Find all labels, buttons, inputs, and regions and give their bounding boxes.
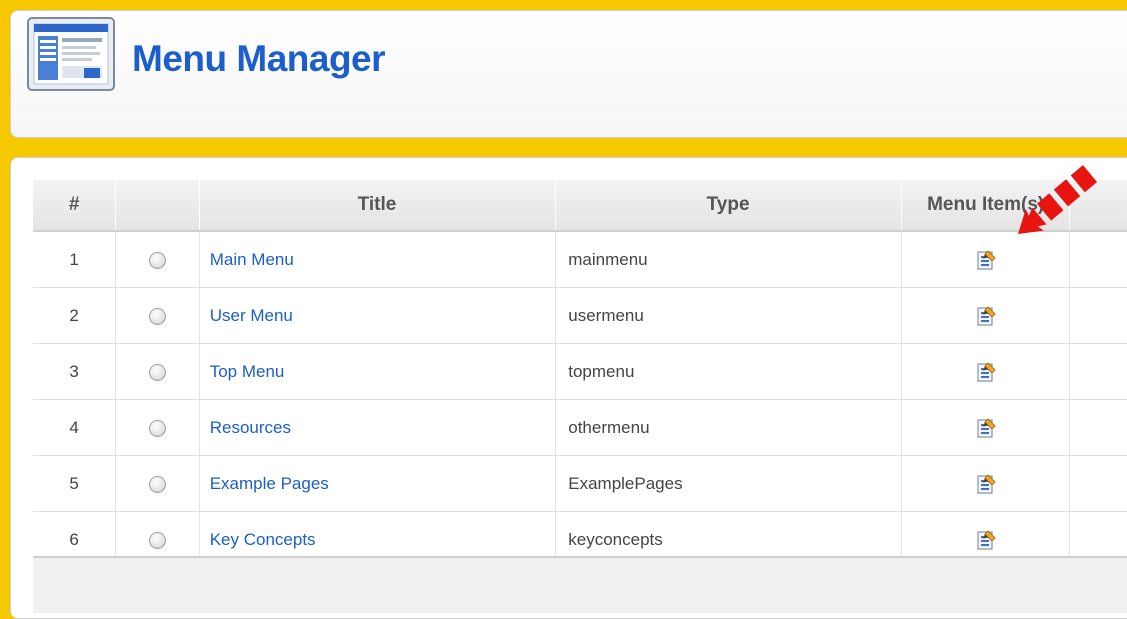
table-footer bbox=[33, 556, 1127, 613]
edit-menu-items-icon[interactable] bbox=[975, 417, 997, 439]
row-number: 5 bbox=[33, 455, 117, 512]
menu-type: ExamplePages bbox=[555, 455, 902, 512]
edit-menu-items-icon[interactable] bbox=[975, 529, 997, 551]
menu-type: usermenu bbox=[555, 287, 902, 344]
menus-table: # Title Type Menu Item(s) # 1 Main Menu … bbox=[33, 180, 1127, 568]
row-select-radio[interactable] bbox=[149, 251, 166, 269]
menu-type: othermenu bbox=[555, 399, 902, 456]
menu-title-link[interactable]: User Menu bbox=[210, 306, 293, 325]
edit-menu-items-icon[interactable] bbox=[975, 473, 997, 495]
table-row: 4 Resources othermenu bbox=[33, 399, 1127, 456]
menu-title-link[interactable]: Top Menu bbox=[210, 362, 285, 381]
page-title: Menu Manager bbox=[132, 38, 386, 79]
red-arrow-annotation bbox=[1018, 165, 1098, 234]
row-number: 1 bbox=[33, 231, 117, 288]
column-header-select bbox=[115, 180, 200, 232]
row-number: 3 bbox=[33, 343, 117, 400]
row-number: 2 bbox=[33, 287, 117, 344]
column-header-title[interactable]: Title bbox=[199, 180, 557, 232]
menu-type: topmenu bbox=[555, 343, 902, 400]
menu-title-link[interactable]: Main Menu bbox=[210, 250, 294, 269]
menu-manager-icon bbox=[27, 17, 115, 91]
table-row: 1 Main Menu mainmenu bbox=[33, 231, 1127, 288]
table-row: 2 User Menu usermenu bbox=[33, 287, 1127, 344]
edit-menu-items-icon[interactable] bbox=[975, 305, 997, 327]
menu-title-link[interactable]: Example Pages bbox=[210, 474, 329, 493]
row-select-radio[interactable] bbox=[149, 307, 166, 325]
row-select-radio[interactable] bbox=[149, 419, 166, 437]
column-header-type[interactable]: Type bbox=[555, 180, 902, 232]
edit-menu-items-icon[interactable] bbox=[975, 249, 997, 271]
table-row: 5 Example Pages ExamplePages bbox=[33, 455, 1127, 512]
table-row: 3 Top Menu topmenu bbox=[33, 343, 1127, 400]
column-header-number[interactable]: # bbox=[33, 180, 117, 232]
row-select-radio[interactable] bbox=[149, 475, 166, 493]
menu-title-link[interactable]: Key Concepts bbox=[210, 530, 316, 549]
row-select-radio[interactable] bbox=[149, 531, 166, 549]
menu-type: mainmenu bbox=[555, 231, 902, 288]
table-header-row: # Title Type Menu Item(s) # bbox=[33, 180, 1127, 232]
row-select-radio[interactable] bbox=[149, 363, 166, 381]
edit-menu-items-icon[interactable] bbox=[975, 361, 997, 383]
menu-title-link[interactable]: Resources bbox=[210, 418, 291, 437]
row-number: 4 bbox=[33, 399, 117, 456]
